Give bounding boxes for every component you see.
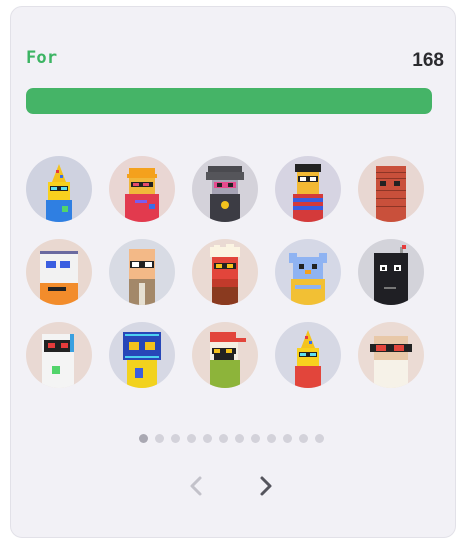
voter-avatar[interactable] [358,239,424,305]
voter-avatar[interactable] [275,156,341,222]
pagination-dot-active[interactable] [138,434,148,443]
previous-page-button[interactable] [182,472,210,500]
chevron-left-icon [190,476,202,496]
voter-avatar[interactable] [109,156,175,222]
black-bomb-pixel-avatar-icon [358,239,424,305]
brick-head-pixel-avatar-icon [358,156,424,222]
voter-avatar[interactable] [109,239,175,305]
popcorn-pixel-avatar-icon [192,239,258,305]
voter-avatar[interactable] [192,239,258,305]
bald-glasses-pixel-avatar-icon [109,239,175,305]
voter-avatar[interactable] [26,239,92,305]
voter-avatar[interactable] [26,322,92,388]
pagination-nav [0,472,462,500]
voter-avatar[interactable] [192,156,258,222]
pagination-dots [0,434,462,443]
pagination-dot[interactable] [218,434,228,443]
blue-bird-pixel-avatar-icon [275,239,341,305]
pagination-dot[interactable] [186,434,196,443]
white-robot-pixel-avatar-icon [26,322,92,388]
voter-avatar[interactable] [358,156,424,222]
voter-avatar[interactable] [109,322,175,388]
pagination-dot[interactable] [298,434,308,443]
voter-avatar[interactable] [275,239,341,305]
pagination-dot[interactable] [234,434,244,443]
vote-progress-bar [26,88,432,114]
voter-avatar[interactable] [26,156,92,222]
dark-hair-pixel-avatar-icon [192,156,258,222]
vote-count: 168 [412,50,444,71]
party-hat-red-shirt-pixel-avatar-icon [275,322,341,388]
pagination-dot[interactable] [250,434,260,443]
vote-progress-fill [26,88,432,114]
striped-shirt-pixel-avatar-icon [275,156,341,222]
vote-option-label: For [26,48,58,68]
vote-header: For 168 [26,48,444,72]
voter-avatar[interactable] [358,322,424,388]
orange-cap-pixel-avatar-icon [109,156,175,222]
tv-screen-pixel-avatar-icon [109,322,175,388]
sunglasses-pixel-avatar-icon [358,322,424,388]
pagination-dot[interactable] [282,434,292,443]
pagination-dot[interactable] [154,434,164,443]
red-cap-pixel-avatar-icon [192,322,258,388]
party-hat-pixel-avatar-icon [26,156,92,222]
pagination-dot[interactable] [202,434,212,443]
voter-avatar[interactable] [275,322,341,388]
voter-avatar[interactable] [192,322,258,388]
next-page-button[interactable] [252,472,280,500]
computer-screen-pixel-avatar-icon [26,239,92,305]
pagination-dot[interactable] [314,434,324,443]
voter-avatar-grid [26,156,436,388]
chevron-right-icon [260,476,272,496]
pagination-dot[interactable] [266,434,276,443]
pagination-dot[interactable] [170,434,180,443]
